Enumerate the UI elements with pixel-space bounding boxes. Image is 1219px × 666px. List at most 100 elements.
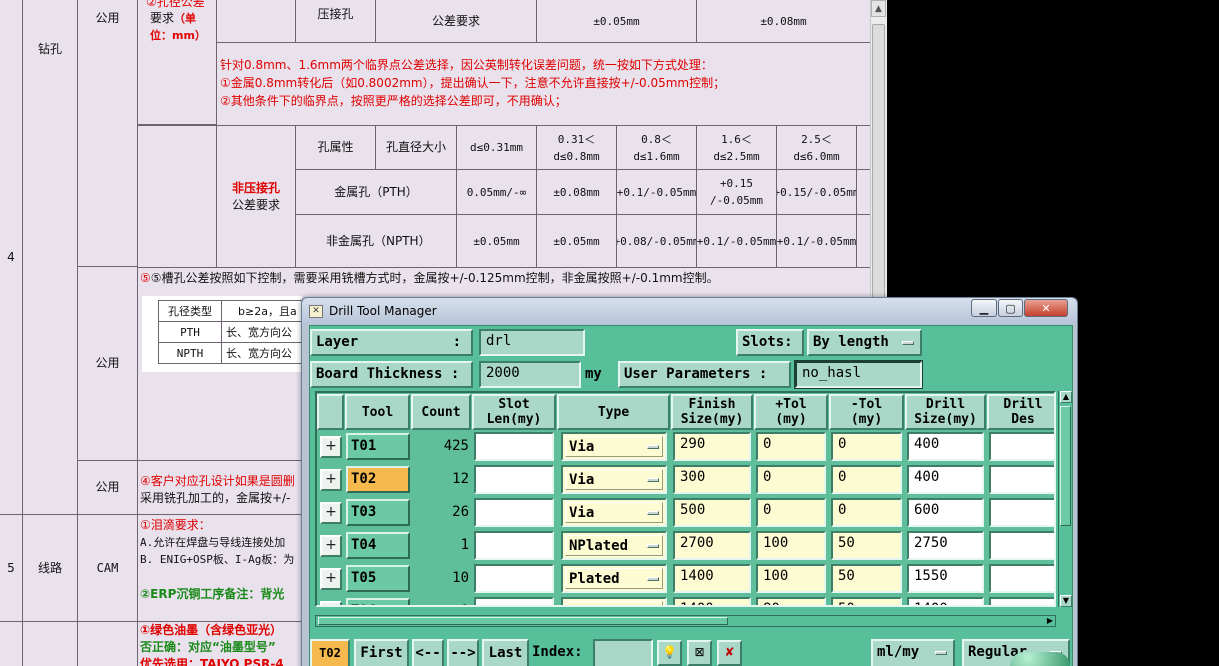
type-option-menu[interactable]: NPlated	[561, 531, 667, 560]
slots-label: Slots:	[736, 329, 804, 356]
plus-tol-field[interactable]: 100	[756, 564, 826, 593]
slot-table-r1b: 长、宽方向公	[221, 321, 311, 343]
slot-table-r2a: NPTH	[158, 342, 222, 364]
maximize-icon[interactable]: ▢	[998, 299, 1023, 317]
type-option-menu[interactable]: NPlated	[561, 597, 667, 605]
minus-tol-field[interactable]: 50	[831, 564, 902, 593]
slot-len-field[interactable]	[474, 531, 554, 560]
drill-size-field[interactable]: 2750	[907, 531, 984, 560]
grid-horizontal-thumb[interactable]	[318, 617, 728, 625]
minus-tol-field[interactable]: 50	[831, 531, 902, 560]
count-cell: 1	[411, 598, 471, 605]
tear-a: A.允许在焊盘与导线连接处加	[140, 536, 286, 549]
type-option-menu[interactable]: Plated	[561, 564, 667, 593]
finish-size-field[interactable]: 1400	[673, 564, 751, 593]
finish-size-field[interactable]: 1400	[673, 597, 751, 605]
last-button[interactable]: Last	[482, 639, 529, 666]
plus-tol-field[interactable]: 0	[756, 465, 826, 494]
drill-size-field[interactable]: 1550	[907, 564, 984, 593]
drill-des-field[interactable]	[989, 564, 1054, 593]
next-button[interactable]: -->	[447, 639, 479, 666]
row-expand-icon[interactable]: +	[320, 568, 342, 590]
slot-len-field[interactable]	[474, 498, 554, 527]
minimize-icon[interactable]: ▁	[971, 299, 997, 317]
layer-field[interactable]: drl	[479, 329, 585, 356]
plus-tol-field[interactable]: 100	[756, 531, 826, 560]
drill-size-field[interactable]: 400	[907, 432, 984, 461]
drill-size-field[interactable]: 600	[907, 498, 984, 527]
plus-tol-field[interactable]: 80	[756, 597, 826, 605]
tool-button[interactable]: T04	[346, 532, 410, 559]
lightbulb-icon[interactable]: 💡	[657, 640, 682, 666]
plus-tol-field[interactable]: 0	[756, 498, 826, 527]
drill-des-field[interactable]	[989, 432, 1054, 461]
col-plus-tol: +Tol (my)	[754, 394, 828, 430]
slot-note: ⑤⑤槽孔公差按照如下控制，需要采用铣槽方式时，金属按+/-0.125mm控制，非…	[140, 271, 719, 285]
row-expand-icon[interactable]: +	[320, 502, 342, 524]
npth-4: +0.1/-0.05mm	[776, 214, 857, 268]
finish-size-field[interactable]: 300	[673, 465, 751, 494]
close-icon[interactable]: ✕	[1024, 299, 1068, 317]
finish-size-field[interactable]: 290	[673, 432, 751, 461]
scroll-down-icon[interactable]: ▼	[1060, 595, 1072, 607]
drill-size-field[interactable]: 1400	[907, 597, 984, 605]
row-expand-icon[interactable]: +	[320, 436, 342, 458]
row-expand-icon[interactable]: +	[320, 535, 342, 557]
slot-len-field[interactable]	[474, 597, 554, 605]
col-finish-size: Finish Size(my)	[671, 394, 753, 430]
scroll-up-arrow-icon[interactable]: ▲	[871, 0, 886, 17]
drill-des-field[interactable]	[989, 498, 1054, 527]
col-row-button	[317, 394, 344, 430]
slot-len-field[interactable]	[474, 432, 554, 461]
units-option-menu[interactable]: ml/my	[871, 639, 955, 666]
process-6	[22, 621, 78, 666]
scroll-right-icon[interactable]: ▶	[1047, 616, 1053, 626]
tool-button[interactable]: T01	[346, 433, 410, 460]
type-option-menu[interactable]: Via	[561, 498, 667, 527]
tool-button[interactable]: T02	[346, 466, 410, 493]
filter-icon[interactable]: ⊠	[687, 640, 712, 666]
finish-size-field[interactable]: 500	[673, 498, 751, 527]
minus-tol-field[interactable]: 0	[831, 465, 902, 494]
pth-2: +0.1/-0.05mm	[616, 169, 697, 215]
delete-icon[interactable]: ✘	[717, 640, 742, 666]
title-bar[interactable]: ✕ Drill Tool Manager ▁ ▢ ✕	[302, 298, 1077, 324]
tool-button[interactable]: T06	[346, 598, 410, 605]
minus-tol-field[interactable]: 0	[831, 432, 902, 461]
slot-len-field[interactable]	[474, 465, 554, 494]
index-field[interactable]	[593, 639, 653, 666]
type-option-menu[interactable]: Via	[561, 432, 667, 461]
slot-len-field[interactable]	[474, 564, 554, 593]
col-count: Count	[411, 394, 471, 430]
finish-size-field[interactable]: 2700	[673, 531, 751, 560]
board-thickness-field[interactable]: 2000	[479, 361, 581, 388]
prev-button[interactable]: <--	[412, 639, 444, 666]
plus-tol-field[interactable]: 0	[756, 432, 826, 461]
drill-size-field[interactable]: 400	[907, 465, 984, 494]
tool-button[interactable]: T05	[346, 565, 410, 592]
drill-des-field[interactable]	[989, 465, 1054, 494]
user-parameters-field[interactable]: no_hasl	[794, 360, 923, 389]
pth-3: +0.15 /-0.05mm	[696, 169, 777, 215]
first-button[interactable]: First	[354, 639, 409, 666]
tool-button[interactable]: T03	[346, 499, 410, 526]
grid-vertical-thumb[interactable]	[1060, 406, 1071, 526]
slots-option-menu[interactable]: By length	[807, 329, 922, 356]
row-expand-icon[interactable]: +	[320, 601, 342, 605]
dialog-body: Layer: drl Slots: By length Board Thickn…	[309, 325, 1073, 666]
conversion-note-2: ①金属0.8mm转化后（如0.8002mm），提出确认一下，注意不允许直接按+/…	[220, 76, 726, 90]
row-number-6	[0, 621, 23, 666]
current-tool-indicator: T02	[310, 639, 350, 666]
document-scroll-thumb[interactable]	[872, 24, 885, 307]
type-option-menu[interactable]: Via	[561, 465, 667, 494]
grid-horizontal-scrollbar[interactable]: ▶	[315, 615, 1056, 627]
col-slot-len: Slot Len(my)	[472, 394, 556, 430]
minus-tol-field[interactable]: 0	[831, 498, 902, 527]
drill-des-field[interactable]	[989, 597, 1054, 605]
drill-des-field[interactable]	[989, 531, 1054, 560]
minus-tol-field[interactable]: 50	[831, 597, 902, 605]
row-expand-icon[interactable]: +	[320, 469, 342, 491]
col-drill-des: Drill Des	[987, 394, 1054, 430]
scroll-up-icon[interactable]: ▲	[1060, 391, 1072, 403]
pth-4: +0.15/-0.05mm	[776, 169, 857, 215]
